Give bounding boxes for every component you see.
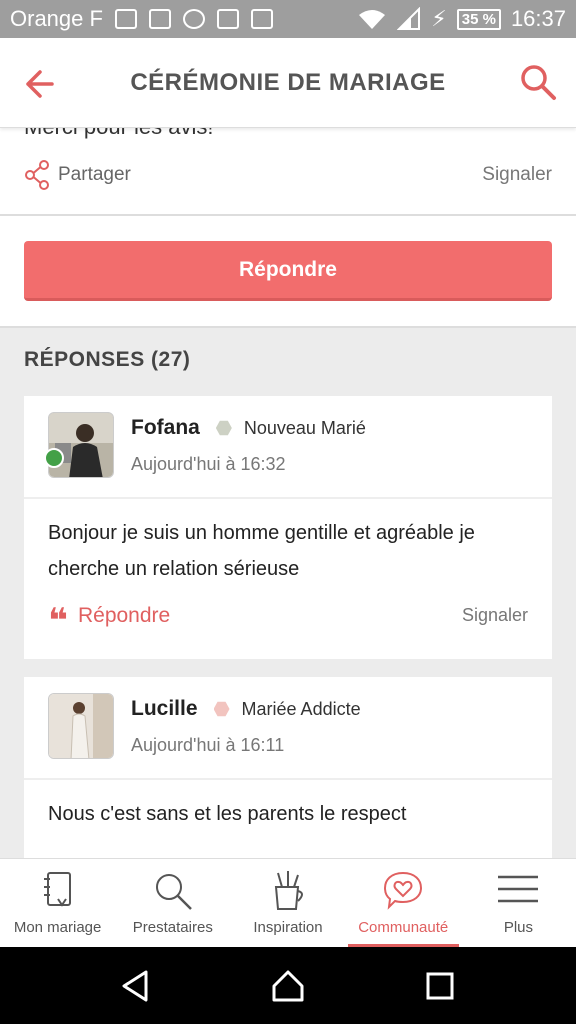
back-arrow-icon[interactable]: [20, 64, 60, 104]
user-rank: Nouveau Marié: [243, 417, 366, 438]
app-bar: CÉRÉMONIE DE MARIAGE: [0, 38, 576, 128]
avatar[interactable]: [48, 693, 114, 759]
response-actions: ❝ Répondre Signaler: [24, 587, 552, 659]
status-bar: Orange F ⚡ 35 % 16:37: [0, 0, 576, 38]
charging-icon: ⚡: [431, 6, 447, 31]
sd-card-icon: [250, 9, 273, 29]
search-icon: [155, 874, 192, 910]
page-title: CÉRÉMONIE DE MARIAGE: [130, 68, 446, 96]
calendar-check-icon: [216, 9, 239, 29]
response-card: Fofana Nouveau Marié Aujourd'hui à 16:32…: [24, 396, 552, 659]
bottom-navigation: Mon mariage Prestataires Inspiration Com…: [0, 858, 576, 947]
heart-chat-icon: [384, 871, 423, 910]
reply-link[interactable]: ❝ Répondre: [48, 601, 171, 640]
image-icon: [148, 9, 171, 29]
quote-icon: ❝: [48, 602, 68, 640]
nav-communaute[interactable]: Communauté: [346, 859, 461, 947]
nav-label: Prestataires: [132, 919, 213, 936]
battery-level: 35 %: [456, 8, 501, 30]
user-name[interactable]: Fofana: [131, 416, 200, 440]
response-card: Lucille Mariée Addicte Aujourd'hui à 16:…: [24, 677, 552, 858]
report-link[interactable]: Signaler: [462, 605, 528, 626]
nav-label: Communauté: [358, 919, 449, 936]
wifi-icon: [359, 10, 386, 29]
user-rank: Mariée Addicte: [241, 698, 361, 719]
reply-link-label: Répondre: [77, 604, 171, 627]
system-navigation-bar: [0, 947, 576, 1024]
user-name[interactable]: Lucille: [131, 697, 198, 721]
reply-section: Répondre: [0, 216, 576, 328]
recent-apps-icon[interactable]: [420, 966, 460, 1006]
post-timestamp: Aujourd'hui à 16:11: [131, 735, 285, 755]
back-icon[interactable]: [116, 966, 156, 1006]
response-text: Bonjour je suis un homme gentille et agr…: [48, 522, 475, 580]
search-icon[interactable]: [518, 62, 558, 102]
notification-icons: [114, 9, 273, 29]
reply-button[interactable]: Répondre: [24, 241, 552, 301]
nav-label: Inspiration: [253, 919, 323, 936]
share-button[interactable]: Partager: [24, 160, 131, 190]
rank-badge-icon: [213, 701, 230, 717]
rank-badge-icon: [215, 420, 232, 436]
post-timestamp: Aujourd'hui à 16:32: [131, 454, 286, 474]
home-icon[interactable]: [268, 966, 308, 1006]
response-header: Lucille Mariée Addicte Aujourd'hui à 16:…: [24, 677, 552, 780]
fk-icon: [114, 9, 137, 29]
post-actions: Merci pour les avis! Partager Signaler: [0, 128, 576, 216]
nav-mon-mariage[interactable]: Mon mariage: [0, 859, 115, 947]
share-icon: [25, 160, 49, 190]
response-header: Fofana Nouveau Marié Aujourd'hui à 16:32: [24, 396, 552, 499]
nav-label: Mon mariage: [13, 919, 102, 936]
avatar[interactable]: [48, 412, 114, 478]
post-text-fragment: Merci pour les avis!: [24, 128, 214, 140]
nav-inspiration[interactable]: Inspiration: [230, 859, 345, 947]
response-text: Nous c'est sans et les parents le respec…: [48, 803, 407, 825]
nav-prestataires[interactable]: Prestataires: [115, 859, 230, 947]
nav-plus[interactable]: Plus: [461, 859, 576, 947]
pinterest-icon: [182, 9, 205, 29]
report-post-link[interactable]: Signaler: [482, 164, 552, 186]
notebook-icon: [43, 872, 71, 907]
menu-icon: [498, 875, 539, 903]
clock: 16:37: [510, 6, 566, 31]
online-status-indicator: [44, 448, 64, 468]
carrier-name: Orange F: [10, 6, 103, 31]
nav-label: Plus: [503, 919, 533, 936]
cup-pencils-icon: [274, 871, 303, 910]
responses-heading: RÉPONSES (27): [24, 348, 191, 371]
share-label: Partager: [58, 164, 131, 185]
signal-icon: [397, 7, 421, 30]
